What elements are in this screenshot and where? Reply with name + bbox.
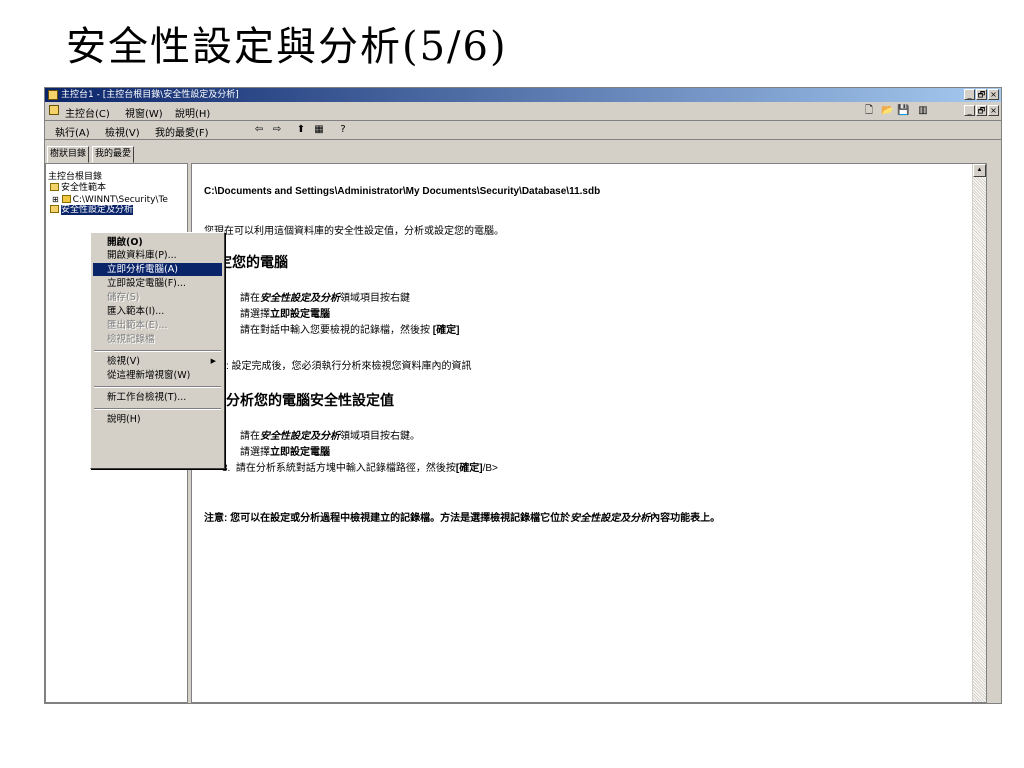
analysis-note: 注意: 您可以在設定或分析過程中檢視建立的記錄檔。方法是選擇檢視記錄檔它位於安全… [204, 509, 720, 524]
menu-favorites[interactable]: 我的最愛(F) [155, 124, 209, 139]
analyze-step-3: 3. 請在分析系統對話方塊中輸入記錄檔路徑，然後按[確定]/B> [222, 459, 498, 474]
tree-item-label: C:\WINNT\Security\Te [72, 195, 168, 205]
maximize-button[interactable]: 🗗 [976, 89, 987, 100]
vertical-scrollbar[interactable]: ▲ [972, 164, 986, 702]
show-hide-tree-icon[interactable]: ▦ [313, 124, 325, 136]
tree-item-templates[interactable]: 安全性範本 [50, 183, 106, 194]
step-emphasis: 安全性設定及分析 [260, 293, 340, 304]
expand-plus-icon[interactable]: ⊞ [52, 195, 59, 204]
panel-tabs: 樹狀目錄 我的最愛 [45, 145, 191, 163]
snapin-icon [50, 205, 59, 213]
tab-favorites[interactable]: 我的最愛 [92, 146, 135, 163]
step-text: /B> [482, 463, 498, 474]
menu-item-open[interactable]: 開啟(O) [93, 236, 222, 249]
submenu-arrow-icon: ▶ [210, 357, 216, 365]
configure-step-3: 請在對話中輸入您要檢視的記錄檔，然後按 [確定] [240, 321, 459, 336]
heading-analyze: 分析您的電腦安全性設定值 [226, 392, 394, 408]
up-level-icon[interactable]: ⬆ [295, 124, 307, 136]
menu-item-new-window[interactable]: 從這裡新增視窗(W) [93, 369, 222, 382]
menu-window[interactable]: 視窗(W) [125, 105, 163, 120]
tab-tree[interactable]: 樹狀目錄 [47, 146, 90, 163]
tree-item-label: 安全性設定及分析 [61, 205, 134, 215]
context-menu: 開啟(O) 開啟資料庫(P)... 立即分析電腦(A) 立即設定電腦(F)...… [90, 232, 225, 469]
step-emphasis: [確定] [455, 463, 483, 474]
window-title: 主控台1 - [主控台根目錄\安全性設定及分析] [61, 90, 239, 100]
menu-bar: 主控台(C) 視窗(W) 說明(H) 🗋 📂 💾 ▥ _ 🗗 × [45, 102, 1001, 121]
step-text: 請在分析系統對話方塊中輸入記錄檔路徑，然後按 [235, 463, 456, 474]
note-text: 注意: 您可以在設定或分析過程中檢視建立的記錄檔。方法是選擇檢視記錄檔它位於 [204, 513, 571, 524]
menu-item-new-taskpad[interactable]: 新工作台檢視(T)... [93, 391, 222, 404]
mmc-window: 主控台1 - [主控台根目錄\安全性設定及分析] _ 🗗 × 主控台(C) 視窗… [44, 87, 1002, 704]
database-path: C:\Documents and Settings\Administrator\… [204, 186, 601, 197]
menu-help[interactable]: 說明(H) [175, 105, 210, 120]
forward-arrow-icon[interactable]: ⇨ [271, 124, 283, 136]
menu-item-export-template: 匯出範本(E)... [107, 320, 168, 331]
open-folder-icon[interactable]: 📂 [881, 105, 893, 117]
menu-item-save: 儲存(S) [107, 292, 140, 303]
close-button[interactable]: × [988, 89, 999, 100]
step-text: 請選擇 [240, 309, 270, 320]
step-emphasis: 立即設定電腦 [270, 309, 330, 320]
tree-root[interactable]: 主控台根目錄 [48, 172, 102, 183]
step-text: 請選擇 [240, 447, 270, 458]
menu-item-import-template[interactable]: 匯入範本(I)... [93, 305, 222, 318]
snapin-icon [50, 183, 59, 191]
step-emphasis: 安全性設定及分析 [260, 431, 340, 442]
back-arrow-icon[interactable]: ⇦ [253, 124, 265, 136]
menu-item-configure-now[interactable]: 立即設定電腦(F)... [93, 277, 222, 290]
configure-note: : 設定完成後，您必須執行分析來檢視您資料庫內的資訊 [226, 361, 472, 372]
menu-item-analyze-now[interactable]: 立即分析電腦(A) [93, 263, 222, 276]
menu-separator [94, 408, 221, 410]
tree-item-security-folder[interactable]: ⊞ C:\WINNT\Security\Te [52, 194, 168, 205]
child-maximize-button[interactable]: 🗗 [976, 105, 987, 116]
configure-step-1: 請在安全性設定及分析領域項目按右鍵 [240, 289, 410, 304]
minimize-button[interactable]: _ [964, 89, 975, 100]
note-emphasis: 安全性設定及分析 [570, 513, 651, 524]
step-text: 請在 [240, 293, 260, 304]
help-icon[interactable]: ? [337, 124, 349, 136]
note-text: 內容功能表上。 [650, 513, 721, 524]
step-emphasis: [確定] [432, 325, 460, 336]
menu-item-view-log: 檢視記錄檔 [107, 334, 155, 345]
menu-separator [94, 350, 221, 352]
title-bar[interactable]: 主控台1 - [主控台根目錄\安全性設定及分析] _ 🗗 × [45, 88, 1001, 102]
step-text: 請在 [240, 431, 260, 442]
intro-text: 您現在可以利用這個資料庫的安全性設定值，分析或設定您的電腦。 [204, 226, 504, 237]
menu-item-view[interactable]: 檢視(V) ▶ [93, 355, 222, 368]
new-window-icon[interactable]: ▥ [917, 105, 929, 117]
menu-item-label: 檢視(V) [107, 356, 140, 367]
child-close-button[interactable]: × [988, 105, 999, 116]
analyze-step-2: 請選擇立即設定電腦 [240, 443, 330, 458]
action-bar: 執行(A) 檢視(V) 我的最愛(F) ⇦ ⇨ ⬆ ▦ ? [45, 121, 1001, 140]
console-menu-icon [49, 105, 59, 115]
child-minimize-button[interactable]: _ [964, 105, 975, 116]
menu-item-help[interactable]: 說明(H) [93, 413, 222, 426]
menu-action[interactable]: 執行(A) [55, 124, 90, 139]
step-text: 領域項目按右鍵 [340, 293, 410, 304]
tree-item-analysis[interactable]: 安全性設定及分析 [50, 205, 134, 216]
slide-title: 安全性設定與分析(5/6) [66, 24, 508, 70]
menu-separator [94, 386, 221, 388]
analyze-step-1: 請在安全性設定及分析領域項目按右鍵。 [240, 427, 420, 442]
menu-item-open-database[interactable]: 開啟資料庫(P)... [93, 249, 222, 262]
menu-console[interactable]: 主控台(C) [65, 105, 110, 120]
save-icon[interactable]: 💾 [897, 105, 909, 117]
scroll-up-icon[interactable]: ▲ [973, 164, 986, 177]
folder-icon [61, 195, 71, 203]
tree-item-label: 安全性範本 [61, 183, 107, 193]
new-document-icon[interactable]: 🗋 [863, 105, 875, 117]
step-text: 領域項目按右鍵。 [340, 431, 420, 442]
step-text: 請在對話中輸入您要檢視的記錄檔，然後按 [240, 325, 433, 336]
content-pane: C:\Documents and Settings\Administrator\… [191, 163, 987, 703]
step-emphasis: 立即設定電腦 [270, 447, 330, 458]
menu-view[interactable]: 檢視(V) [105, 124, 140, 139]
console-icon [48, 90, 58, 100]
configure-step-2: 請選擇立即設定電腦 [240, 305, 330, 320]
